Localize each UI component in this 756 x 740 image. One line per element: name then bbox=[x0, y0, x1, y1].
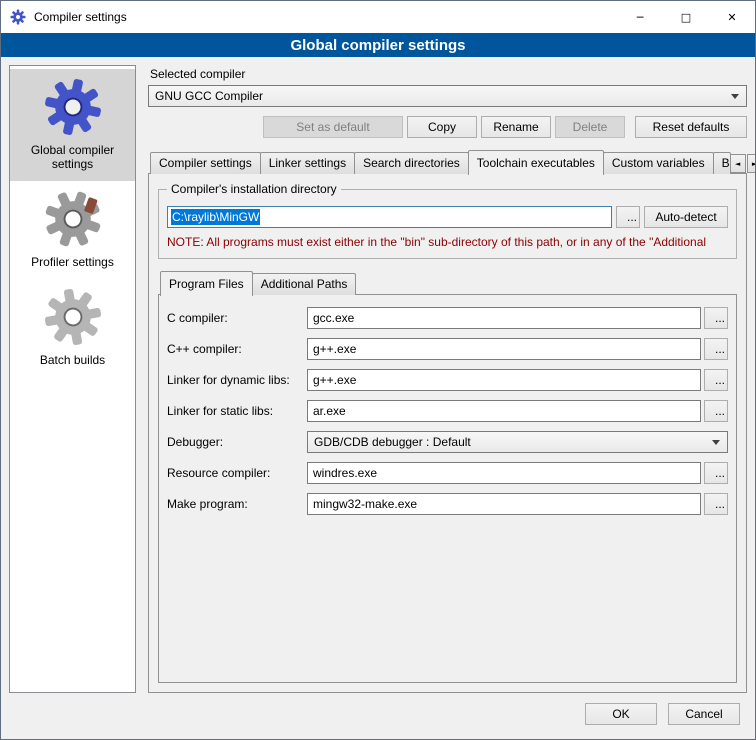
installation-directory-group: Compiler's installation directory C:\ray… bbox=[158, 189, 737, 259]
copy-button[interactable]: Copy bbox=[407, 116, 477, 138]
blue-gear-icon bbox=[43, 77, 103, 137]
form-row-make-program: Make program: ... bbox=[167, 493, 728, 515]
c-compiler-input[interactable] bbox=[307, 307, 701, 329]
tab-program-files[interactable]: Program Files bbox=[160, 271, 253, 296]
dialog-header: Global compiler settings bbox=[1, 33, 755, 57]
settings-sidebar: Global compiler settings bbox=[9, 65, 136, 693]
sidebar-item-global-compiler-settings[interactable]: Global compiler settings bbox=[10, 69, 135, 181]
tab-additional-paths[interactable]: Additional Paths bbox=[252, 273, 357, 295]
window-title: Compiler settings bbox=[34, 10, 127, 24]
debugger-select[interactable]: GDB/CDB debugger : Default bbox=[307, 431, 728, 453]
close-button[interactable]: ✕ bbox=[709, 1, 755, 33]
installation-directory-legend: Compiler's installation directory bbox=[167, 182, 341, 196]
gray-gears-icon bbox=[43, 287, 103, 347]
set-as-default-button[interactable]: Set as default bbox=[263, 116, 403, 138]
form-row-resource-compiler: Resource compiler: ... bbox=[167, 462, 728, 484]
field-label: Linker for static libs: bbox=[167, 404, 307, 418]
field-label: Make program: bbox=[167, 497, 307, 511]
make-program-input[interactable] bbox=[307, 493, 701, 515]
sidebar-item-profiler-settings[interactable]: Profiler settings bbox=[10, 181, 135, 279]
tab-scrollers: ◄ ► bbox=[730, 154, 755, 174]
installation-path-row: C:\raylib\MinGW ... Auto-detect bbox=[167, 206, 728, 228]
settings-tabstrip: Compiler settings Linker settings Search… bbox=[148, 150, 747, 174]
tab-compiler-settings[interactable]: Compiler settings bbox=[150, 152, 261, 174]
field-label: C compiler: bbox=[167, 311, 307, 325]
main-panel: Selected compiler GNU GCC Compiler Set a… bbox=[148, 65, 747, 693]
sidebar-item-label: Batch builds bbox=[40, 353, 105, 367]
install-dir-selected-text: C:\raylib\MinGW bbox=[171, 209, 260, 225]
form-row-dynamic-linker: Linker for dynamic libs: ... bbox=[167, 369, 728, 391]
app-icon bbox=[10, 9, 26, 25]
static-linker-browse-button[interactable]: ... bbox=[704, 400, 728, 422]
cpp-compiler-input[interactable] bbox=[307, 338, 701, 360]
rename-button[interactable]: Rename bbox=[481, 116, 551, 138]
reset-defaults-button[interactable]: Reset defaults bbox=[635, 116, 747, 138]
tab-linker-settings[interactable]: Linker settings bbox=[260, 152, 355, 174]
tab-scroll-left-button[interactable]: ◄ bbox=[730, 154, 746, 173]
field-label: C++ compiler: bbox=[167, 342, 307, 356]
form-row-cpp-compiler: C++ compiler: ... bbox=[167, 338, 728, 360]
static-linker-input[interactable] bbox=[307, 400, 701, 422]
tab-scroll-right-button[interactable]: ► bbox=[747, 154, 755, 173]
gray-gear-icon bbox=[43, 189, 103, 249]
sidebar-item-label: Global compiler settings bbox=[14, 143, 131, 171]
sidebar-item-batch-builds[interactable]: Batch builds bbox=[10, 279, 135, 377]
dialog-footer: OK Cancel bbox=[1, 697, 755, 739]
autodetect-button[interactable]: Auto-detect bbox=[644, 206, 728, 228]
bin-subdirectory-note: NOTE: All programs must exist either in … bbox=[167, 235, 728, 249]
install-dir-input[interactable]: C:\raylib\MinGW bbox=[167, 206, 612, 228]
make-program-browse-button[interactable]: ... bbox=[704, 493, 728, 515]
dialog-body: Global compiler settings bbox=[1, 57, 755, 697]
titlebar: Compiler settings ─ □ ✕ bbox=[1, 1, 755, 33]
field-label: Resource compiler: bbox=[167, 466, 307, 480]
field-label: Debugger: bbox=[167, 435, 307, 449]
form-row-static-linker: Linker for static libs: ... bbox=[167, 400, 728, 422]
minimize-button[interactable]: ─ bbox=[617, 1, 663, 33]
cpp-compiler-browse-button[interactable]: ... bbox=[704, 338, 728, 360]
selected-compiler-label: Selected compiler bbox=[150, 67, 747, 81]
tab-custom-variables[interactable]: Custom variables bbox=[603, 152, 714, 174]
form-row-c-compiler: C compiler: ... bbox=[167, 307, 728, 329]
resource-compiler-input[interactable] bbox=[307, 462, 701, 484]
dynamic-linker-browse-button[interactable]: ... bbox=[704, 369, 728, 391]
tab-search-directories[interactable]: Search directories bbox=[354, 152, 469, 174]
install-dir-browse-button[interactable]: ... bbox=[616, 206, 640, 228]
tab-toolchain-executables[interactable]: Toolchain executables bbox=[468, 150, 604, 175]
chevron-down-icon bbox=[731, 94, 739, 99]
debugger-select-value: GDB/CDB debugger : Default bbox=[314, 435, 704, 449]
form-row-debugger: Debugger: GDB/CDB debugger : Default bbox=[167, 431, 728, 453]
cancel-button[interactable]: Cancel bbox=[668, 703, 740, 725]
window-controls: ─ □ ✕ bbox=[617, 1, 755, 33]
chevron-down-icon bbox=[712, 440, 720, 445]
compiler-settings-window: Compiler settings ─ □ ✕ Global compiler … bbox=[0, 0, 756, 740]
maximize-button[interactable]: □ bbox=[663, 1, 709, 33]
program-files-panel: C compiler: ... C++ compiler: ... Linker… bbox=[158, 294, 737, 683]
compiler-select[interactable]: GNU GCC Compiler bbox=[148, 85, 747, 107]
tab-build-options[interactable]: Build bbox=[713, 152, 731, 174]
programs-tabstrip: Program Files Additional Paths bbox=[158, 271, 737, 295]
c-compiler-browse-button[interactable]: ... bbox=[704, 307, 728, 329]
field-label: Linker for dynamic libs: bbox=[167, 373, 307, 387]
resource-compiler-browse-button[interactable]: ... bbox=[704, 462, 728, 484]
toolchain-executables-panel: Compiler's installation directory C:\ray… bbox=[148, 173, 747, 693]
dynamic-linker-input[interactable] bbox=[307, 369, 701, 391]
sidebar-item-label: Profiler settings bbox=[31, 255, 114, 269]
ok-button[interactable]: OK bbox=[585, 703, 657, 725]
compiler-buttons-row: Set as default Copy Rename Delete Reset … bbox=[148, 116, 747, 138]
compiler-select-value: GNU GCC Compiler bbox=[155, 89, 723, 103]
delete-button[interactable]: Delete bbox=[555, 116, 625, 138]
